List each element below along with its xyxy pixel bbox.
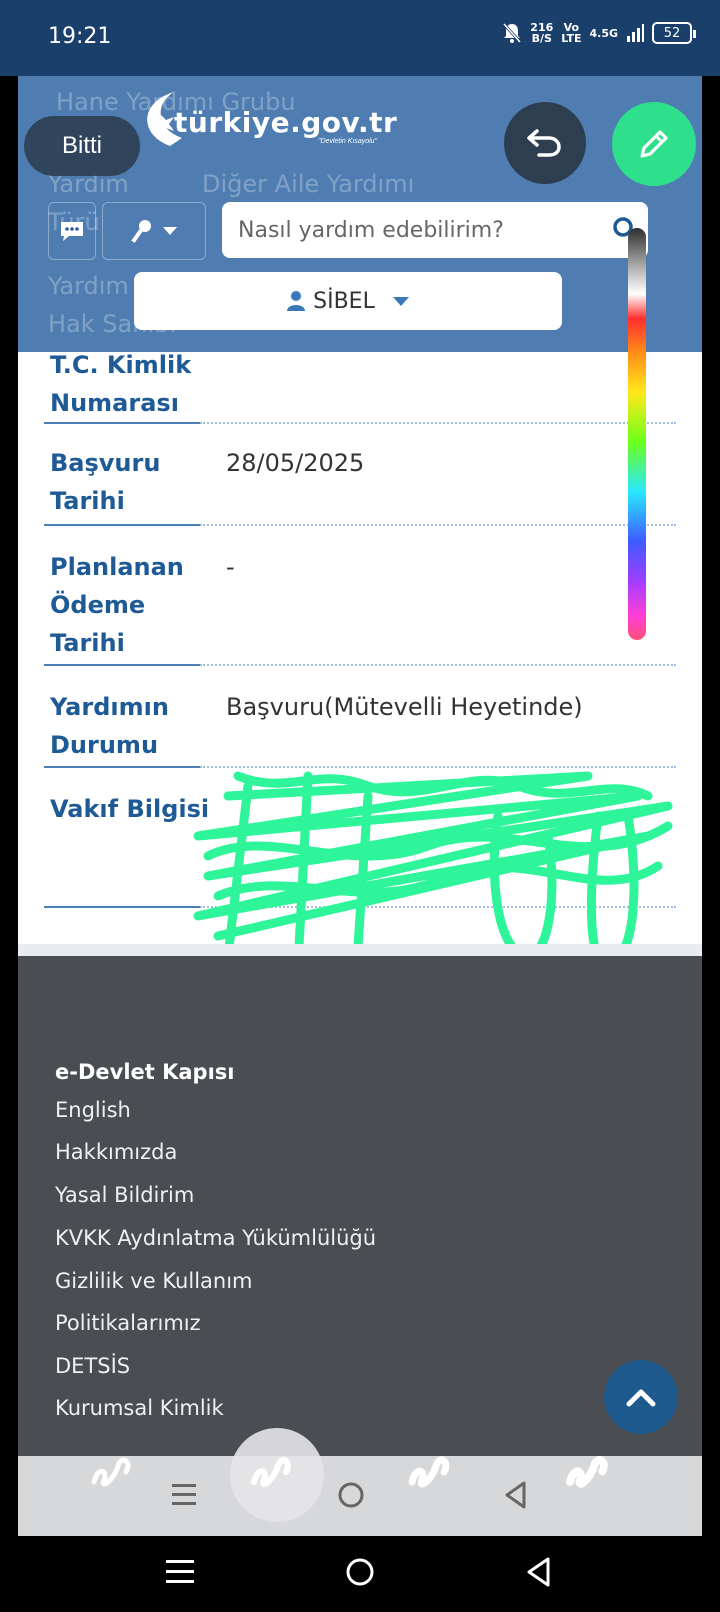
done-button[interactable]: Bitti [24, 116, 140, 176]
key-menu-button[interactable] [102, 202, 206, 260]
back-icon[interactable] [502, 1480, 530, 1510]
detail-label: Yardımın Durumu [50, 693, 169, 759]
detail-label: T.C. Kimlik Numarası [50, 351, 192, 417]
battery-icon: 52 [652, 22, 696, 44]
user-icon [287, 291, 306, 311]
logo-text: türkiye.gov.tr [174, 106, 398, 139]
detail-value: - [226, 553, 235, 581]
footer-link-policies[interactable]: Politikalarımız [55, 1311, 201, 1335]
signal-icon [627, 24, 644, 42]
status-icons: 216 B/S Vo LTE 4.5G 52 [502, 21, 696, 45]
pen-tool-button[interactable] [612, 102, 696, 186]
detail-label: Planlanan Ödeme Tarihi [50, 553, 184, 657]
key-icon [131, 220, 151, 243]
menu-icon[interactable] [170, 1482, 198, 1508]
undo-button[interactable] [504, 102, 586, 184]
caret-down-icon [163, 227, 177, 235]
detail-value: Başvuru(Mütevelli Heyetinde) [226, 693, 583, 721]
home-icon[interactable] [344, 1556, 376, 1588]
underlying-text: Diğer Aile Yardımı [202, 170, 415, 198]
chat-button[interactable] [48, 202, 96, 260]
marker-stroke-icon[interactable] [248, 1444, 296, 1492]
mosaic-stroke-icon[interactable] [564, 1444, 612, 1492]
status-bar: 19:21 216 B/S Vo LTE 4.5G 52 [0, 0, 720, 76]
footer-link-identity[interactable]: Kurumsal Kimlik [55, 1396, 224, 1420]
footer-link-privacy[interactable]: Gizlilik ve Kullanım [55, 1269, 253, 1293]
footer-link-english[interactable]: English [55, 1098, 131, 1122]
footer-link-kvkk[interactable]: KVKK Aydınlatma Yükümlülüğü [55, 1226, 376, 1250]
page-content: T.C. Kimlik Numarası Başvuru Tarihi 28/0… [18, 76, 702, 1536]
detail-label: Başvuru Tarihi [50, 449, 161, 515]
footer-title: e-Devlet Kapısı [55, 1060, 235, 1084]
bell-muted-icon [503, 23, 522, 43]
status-time: 19:21 [48, 24, 112, 49]
back-icon[interactable] [524, 1556, 554, 1588]
home-icon[interactable] [336, 1480, 366, 1510]
highlighter-stroke-icon[interactable] [406, 1444, 454, 1492]
detail-value: 28/05/2025 [226, 449, 365, 477]
footer-link-legal[interactable]: Yasal Bildirim [55, 1183, 194, 1207]
system-navigation-bar [0, 1536, 720, 1612]
color-palette-slider[interactable] [628, 228, 646, 640]
footer-link-about[interactable]: Hakkımızda [55, 1140, 177, 1164]
network-type: 4.5G [589, 26, 618, 40]
redaction-scribble [193, 771, 673, 971]
undo-icon [527, 129, 561, 157]
caret-down-icon [392, 296, 409, 306]
scroll-to-top-button[interactable] [604, 1360, 678, 1434]
footer-link-detsis[interactable]: DETSİS [55, 1354, 130, 1378]
user-menu-button[interactable]: SİBEL [134, 272, 562, 330]
pen-stroke-icon[interactable] [88, 1444, 136, 1492]
net-speed: 216 B/S [530, 21, 554, 45]
markup-toolbar [18, 1428, 702, 1536]
logo-slogan: "Devletin Kısayolu" [318, 138, 378, 145]
search-placeholder: Nasıl yardım edebilirim? [238, 217, 504, 243]
chevron-up-icon [626, 1389, 656, 1407]
underlying-text: Yardım [48, 272, 129, 300]
user-name: SİBEL [313, 288, 375, 314]
menu-icon[interactable] [164, 1556, 196, 1588]
volte-indicator: Vo LTE [561, 21, 582, 45]
pencil-icon [640, 130, 668, 158]
search-input[interactable]: Nasıl yardım edebilirim? [222, 202, 648, 258]
chat-icon [61, 222, 83, 241]
